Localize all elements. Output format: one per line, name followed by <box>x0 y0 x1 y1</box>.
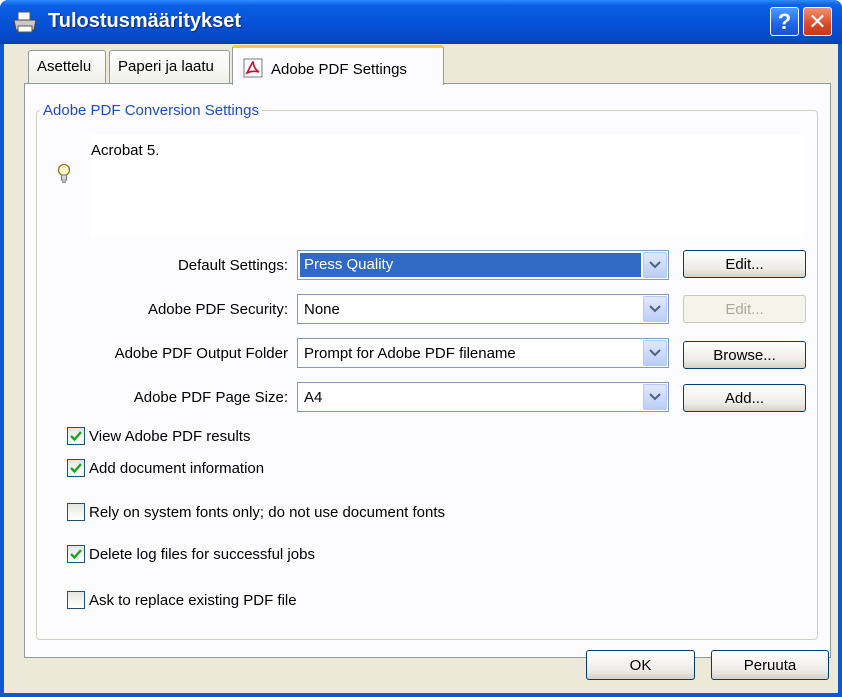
security-value: None <box>304 300 340 318</box>
ask-replace-pdf-checkbox[interactable]: Ask to replace existing PDF file <box>67 591 297 609</box>
tab-paperi-ja-laatu[interactable]: Paperi ja laatu <box>109 50 230 83</box>
cancel-button[interactable]: Peruuta <box>711 650 829 680</box>
title-bar[interactable]: Tulostusmääritykset ? ✕ <box>0 0 842 44</box>
default-settings-value: Press Quality <box>300 253 641 277</box>
security-edit-button: Edit... <box>683 295 806 323</box>
checkbox-box[interactable] <box>67 591 85 609</box>
checkbox-box[interactable] <box>67 545 85 563</box>
window-title: Tulostusmääritykset <box>48 10 242 32</box>
chevron-down-icon[interactable] <box>643 340 667 366</box>
ok-button[interactable]: OK <box>586 650 695 680</box>
chevron-down-icon[interactable] <box>643 384 667 410</box>
checkbox-label: Rely on system fonts only; do not use do… <box>89 503 446 521</box>
browse-button[interactable]: Browse... <box>683 341 806 369</box>
printer-icon <box>13 11 37 33</box>
default-settings-label: Default Settings: <box>177 257 288 274</box>
close-icon: ✕ <box>808 8 827 34</box>
checkbox-box[interactable] <box>67 459 85 477</box>
output-folder-label: Adobe PDF Output Folder <box>114 345 288 362</box>
help-icon: ? <box>777 8 792 34</box>
view-results-checkbox[interactable]: View Adobe PDF results <box>67 427 250 445</box>
checkmark-icon <box>70 549 82 560</box>
chevron-down-icon[interactable] <box>643 252 667 278</box>
page-size-value: A4 <box>304 388 323 406</box>
chevron-down-icon[interactable] <box>643 296 667 322</box>
tab-label: Adobe PDF Settings <box>271 61 407 78</box>
delete-log-files-checkbox[interactable]: Delete log files for successful jobs <box>67 545 315 563</box>
output-folder-value: Prompt for Adobe PDF filename <box>304 344 516 362</box>
page-size-label: Adobe PDF Page Size: <box>133 389 288 406</box>
add-page-size-button[interactable]: Add... <box>683 384 806 412</box>
lightbulb-icon <box>57 163 71 183</box>
tab-label: Asettelu <box>37 58 92 75</box>
checkbox-label: Add document information <box>89 459 265 477</box>
adobe-pdf-icon <box>243 58 263 78</box>
tab-asettelu[interactable]: Asettelu <box>28 50 106 83</box>
page-size-dropdown[interactable]: A4 <box>297 382 669 412</box>
group-legend: Adobe PDF Conversion Settings <box>40 102 262 119</box>
checkmark-icon <box>70 463 82 474</box>
default-settings-edit-button[interactable]: Edit... <box>683 250 806 278</box>
tab-adobe-pdf-settings[interactable]: Adobe PDF Settings <box>232 45 444 85</box>
checkbox-box[interactable] <box>67 427 85 445</box>
add-document-info-checkbox[interactable]: Add document information <box>67 459 264 477</box>
security-dropdown[interactable]: None <box>297 294 669 324</box>
checkbox-box[interactable] <box>67 503 85 521</box>
description-text: Acrobat 5. <box>91 142 160 159</box>
output-folder-dropdown[interactable]: Prompt for Adobe PDF filename <box>297 338 669 368</box>
security-label: Adobe PDF Security: <box>147 301 288 318</box>
system-fonts-only-checkbox[interactable]: Rely on system fonts only; do not use do… <box>67 503 445 521</box>
checkbox-label: Delete log files for successful jobs <box>89 545 315 563</box>
checkmark-icon <box>70 431 82 442</box>
close-button[interactable]: ✕ <box>803 7 832 36</box>
checkbox-label: View Adobe PDF results <box>89 427 251 445</box>
description-box: Acrobat 5. <box>89 135 804 239</box>
default-settings-dropdown[interactable]: Press Quality <box>297 250 669 280</box>
help-button[interactable]: ? <box>770 7 799 36</box>
dialog-window: Tulostusmääritykset ? ✕ Asettelu Paperi … <box>0 0 842 697</box>
checkbox-label: Ask to replace existing PDF file <box>89 591 297 609</box>
tab-label: Paperi ja laatu <box>118 58 214 75</box>
